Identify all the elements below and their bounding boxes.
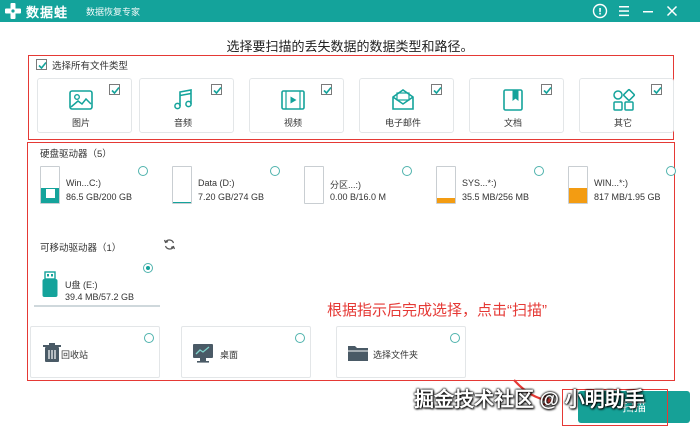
- video-icon: [281, 90, 305, 110]
- location-card-select-folder[interactable]: 选择文件夹: [336, 326, 466, 378]
- file-type-checkbox[interactable]: [321, 84, 332, 95]
- drive-icon: [172, 166, 192, 204]
- file-type-label: 其它: [613, 118, 632, 128]
- image-icon: [69, 90, 93, 110]
- select-all-checkbox[interactable]: [36, 59, 47, 70]
- file-type-label: 图片: [71, 118, 90, 128]
- file-type-checkbox[interactable]: [211, 84, 222, 95]
- page-heading: 选择要扫描的丢失数据的数据类型和路径。: [226, 39, 474, 54]
- hard-drive-card[interactable]: SYS...*:) 35.5 MB/256 MB: [428, 164, 546, 216]
- document-icon: [503, 89, 523, 111]
- menu-icon[interactable]: [614, 1, 634, 21]
- location-label: 回收站: [61, 350, 89, 360]
- audio-icon: [174, 89, 192, 110]
- help-icon[interactable]: !: [590, 1, 610, 21]
- app-title: 数据蛙: [26, 5, 69, 20]
- hard-drive-card[interactable]: Win...C:) 86.5 GB/200 GB: [32, 164, 150, 216]
- file-type-checkbox[interactable]: [651, 84, 662, 95]
- file-type-card-video[interactable]: 视频: [249, 78, 344, 133]
- app-subtitle: 数据恢复专家: [86, 7, 141, 17]
- drive-name: SYS...*:): [462, 178, 497, 188]
- file-type-label: 电子邮件: [384, 118, 421, 128]
- drive-icon: [304, 166, 324, 204]
- drive-icon: [568, 166, 588, 204]
- location-radio[interactable]: [144, 333, 154, 343]
- drive-usage-fill: [173, 201, 191, 203]
- location-label: 选择文件夹: [373, 350, 419, 360]
- drive-icon: [436, 166, 456, 204]
- svg-text:!: !: [598, 8, 602, 18]
- drive-radio[interactable]: [534, 166, 544, 176]
- drive-size: 0.00 B/16.0 M: [330, 192, 387, 202]
- usb-drive-size: 39.4 MB/57.2 GB: [65, 292, 135, 302]
- file-type-card-other[interactable]: 其它: [579, 78, 674, 133]
- drive-usage-fill: [437, 197, 455, 203]
- instruction-annotation: 根据指示后完成选择，点击“扫描”: [327, 302, 547, 319]
- file-type-checkbox[interactable]: [541, 84, 552, 95]
- usb-drive-name: U盘 (E:): [65, 280, 98, 290]
- drive-name: 分区...:): [330, 180, 361, 190]
- desktop-icon: [193, 344, 213, 363]
- app-logo-icon: [5, 3, 21, 19]
- location-radio[interactable]: [295, 333, 305, 343]
- location-card-recycle-bin[interactable]: 回收站: [30, 326, 160, 378]
- file-type-label: 音频: [173, 118, 192, 128]
- recycle-bin-icon: [43, 343, 61, 362]
- file-type-checkbox[interactable]: [431, 84, 442, 95]
- usb-drive-icon: [42, 271, 58, 297]
- email-icon: [392, 89, 414, 110]
- drive-size: 86.5 GB/200 GB: [66, 192, 133, 202]
- drive-radio[interactable]: [402, 166, 412, 176]
- title-bar: 数据蛙 数据恢复专家 !: [0, 0, 700, 22]
- folder-icon: [348, 346, 368, 361]
- location-label: 桌面: [220, 350, 239, 360]
- hard-drive-card[interactable]: WIN...*:) 817 MB/1.95 GB: [560, 164, 678, 216]
- drive-name: Win...C:): [66, 178, 101, 188]
- hard-drive-card[interactable]: 分区...:) 0.00 B/16.0 M: [296, 164, 414, 216]
- drive-icon: [40, 166, 60, 204]
- file-type-label: 视频: [283, 118, 302, 128]
- hard-drives-label: 硬盘驱动器（5）: [40, 149, 112, 160]
- usb-drive-card[interactable]: U盘 (E:) 39.4 MB/57.2 GB: [34, 263, 160, 307]
- drive-usage-fill: [569, 187, 587, 203]
- close-icon[interactable]: [662, 1, 682, 21]
- usb-drive-radio[interactable]: [143, 263, 153, 273]
- removable-drives-label: 可移动驱动器（1）: [40, 243, 122, 254]
- drive-size: 35.5 MB/256 MB: [462, 192, 530, 202]
- file-type-label: 文档: [503, 118, 522, 128]
- location-radio[interactable]: [450, 333, 460, 343]
- select-all-label: 选择所有文件类型: [52, 61, 129, 72]
- file-type-card-image[interactable]: 图片: [37, 78, 132, 133]
- hard-drive-card[interactable]: Data (D:) 7.20 GB/274 GB: [164, 164, 282, 216]
- drive-radio[interactable]: [138, 166, 148, 176]
- drive-size: 817 MB/1.95 GB: [594, 192, 661, 202]
- file-type-checkbox[interactable]: [109, 84, 120, 95]
- drive-radio[interactable]: [666, 166, 676, 176]
- file-type-card-email[interactable]: 电子邮件: [359, 78, 454, 133]
- refresh-icon[interactable]: [163, 238, 176, 251]
- location-card-desktop[interactable]: 桌面: [181, 326, 311, 378]
- windows-badge-icon: [46, 189, 55, 198]
- drive-radio[interactable]: [270, 166, 280, 176]
- minimize-icon[interactable]: [638, 1, 658, 21]
- drive-name: WIN...*:): [594, 178, 628, 188]
- file-type-card-document[interactable]: 文档: [469, 78, 564, 133]
- drive-size: 7.20 GB/274 GB: [198, 192, 265, 202]
- watermark-text: 掘金技术社区 @ 小明助手: [414, 389, 645, 411]
- drive-name: Data (D:): [198, 178, 235, 188]
- file-type-card-audio[interactable]: 音频: [139, 78, 234, 133]
- other-icon: [613, 89, 635, 111]
